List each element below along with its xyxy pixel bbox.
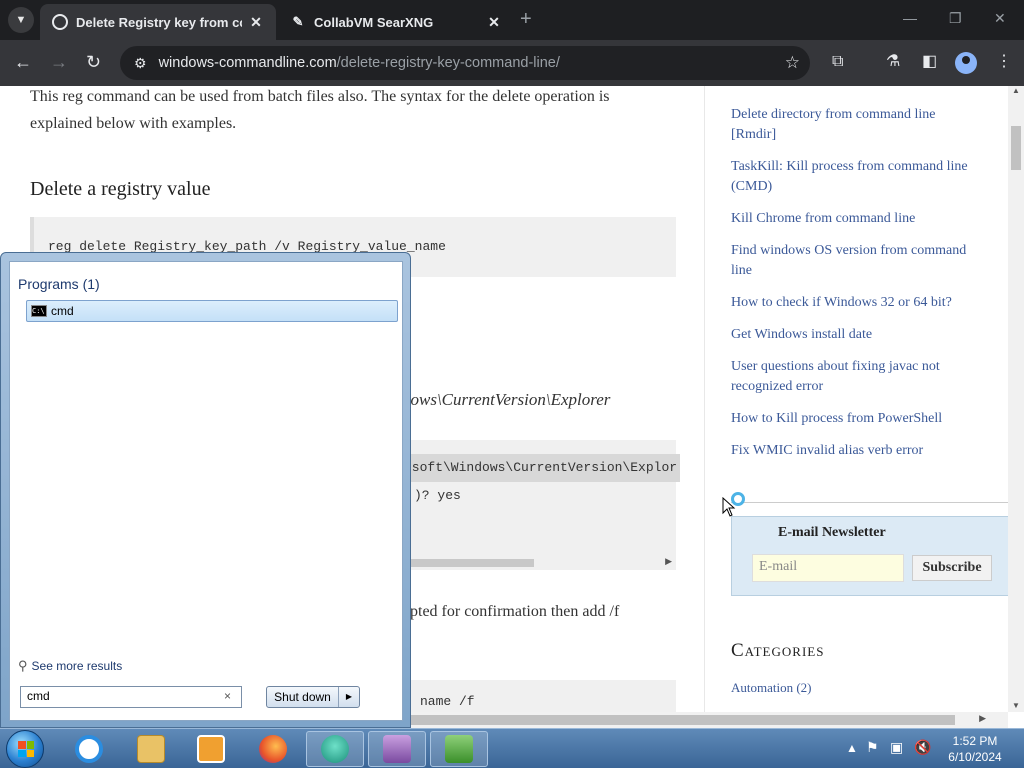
tab-title: Delete Registry key from command line (76, 14, 242, 30)
search-icon: ⚲ (18, 658, 28, 673)
menu-icon[interactable]: ⋮ (996, 52, 1012, 72)
code3-partial: name /f (420, 694, 475, 709)
start-button[interactable] (6, 730, 44, 768)
close-window-icon[interactable]: ✕ (994, 10, 1006, 27)
scroll-right-icon[interactable]: ▶ (979, 713, 986, 724)
scroll-up-icon[interactable]: ▲ (1012, 86, 1020, 95)
clock-date: 6/10/2024 (948, 750, 1002, 764)
close-tab-icon[interactable]: ✕ (486, 14, 502, 31)
tab-search-button[interactable]: ▼ (8, 7, 34, 33)
forward-icon[interactable]: → (50, 52, 68, 72)
newsletter-title: E-mail Newsletter (778, 525, 886, 540)
subscribe-button[interactable]: Subscribe (912, 555, 992, 581)
back-icon[interactable]: ← (14, 52, 32, 72)
minimize-icon[interactable]: — (903, 10, 917, 26)
scroll-right-icon[interactable]: ▶ (665, 556, 672, 567)
intro-line-1: This reg command can be used from batch … (30, 88, 610, 105)
bookmark-star-icon[interactable]: ☆ (785, 53, 800, 73)
collabvm-app-icon[interactable] (306, 731, 364, 767)
network-icon[interactable]: ▣ (890, 739, 903, 756)
system-clock[interactable]: 1:52 PM 6/10/2024 (940, 733, 1010, 765)
code-scroll-thumb[interactable] (410, 559, 534, 567)
programs-heading: Programs (1) (18, 276, 100, 292)
code2-line-2: )? yes (414, 488, 461, 503)
browser-tab-bar: ▼ Delete Registry key from command line … (0, 0, 1024, 40)
sidebar-link[interactable]: Kill Chrome from command line (731, 209, 981, 229)
tab-title: CollabVM SearXNG (314, 14, 434, 30)
windows-logo-icon (18, 741, 34, 757)
winrar-icon[interactable] (368, 731, 426, 767)
action-center-flag-icon[interactable]: ⚑ (866, 739, 879, 756)
taskbar: ▲ ⚑ ▣ 🔇 1:52 PM 6/10/2024 (0, 728, 1024, 768)
media-player-icon[interactable] (182, 731, 240, 767)
address-bar[interactable]: ⚙ windows-commandline.com/delete-registr… (120, 46, 810, 80)
categories-title: Categories (731, 640, 825, 661)
sidebar-link[interactable]: User questions about fixing javac not re… (731, 357, 981, 397)
sidebar-link[interactable]: Find windows OS version from command lin… (731, 241, 981, 281)
internet-explorer-icon[interactable] (60, 731, 118, 767)
mouse-pointer-icon (722, 497, 736, 517)
close-tab-icon[interactable]: ✕ (248, 14, 264, 31)
category-link[interactable]: Automation (2) (731, 680, 812, 696)
intro-line-2: explained below with examples. (30, 115, 237, 132)
tab-delete-registry[interactable]: Delete Registry key from command line ✕ (40, 4, 276, 40)
shutdown-label[interactable]: Shut down (267, 687, 339, 707)
url-host: windows-commandline.com (158, 55, 337, 71)
profile-avatar[interactable] (955, 52, 977, 74)
sidebar: Delete directory from command line [Rmdi… (704, 86, 1009, 712)
sidebar-link[interactable]: Fix WMIC invalid alias verb error (731, 441, 981, 461)
volume-muted-icon[interactable]: 🔇 (914, 739, 931, 756)
search-results-panel: Programs (1) C:\ cmd ⚲ See more results (9, 261, 403, 721)
browser-toolbar: ← → ↻ ⚙ windows-commandline.com/delete-r… (0, 40, 1024, 86)
sidebar-link[interactable]: Get Windows install date (731, 325, 981, 345)
page-favicon-icon (52, 14, 68, 30)
labs-icon[interactable]: ⚗ (886, 52, 900, 72)
restore-icon[interactable]: ❐ (949, 10, 962, 27)
shutdown-options-arrow-icon[interactable]: ▶ (339, 687, 359, 707)
sidebar-link[interactable]: How to check if Windows 32 or 64 bit? (731, 293, 981, 313)
cmd-result-label: cmd (51, 304, 74, 318)
clear-search-icon[interactable]: × (224, 689, 231, 703)
code-scrollbar[interactable]: ▶ (410, 556, 676, 570)
start-menu: Programs (1) C:\ cmd ⚲ See more results (0, 252, 411, 728)
reload-icon[interactable]: ↻ (86, 52, 101, 72)
partial-text-3: pted for confirmation then add /f (410, 603, 620, 620)
start-search-input[interactable]: cmd (20, 686, 242, 708)
vertical-scroll-thumb[interactable] (1011, 126, 1021, 170)
tab-collabvm-searxng[interactable]: ✎ CollabVM SearXNG ✕ (278, 4, 514, 40)
cmd-result[interactable]: C:\ cmd (26, 300, 398, 322)
file-explorer-icon[interactable] (122, 731, 180, 767)
sidebar-link[interactable]: TaskKill: Kill process from command line… (731, 157, 981, 197)
cmd-icon: C:\ (31, 305, 47, 317)
scroll-down-icon[interactable]: ▼ (1012, 701, 1020, 710)
code2-line-1: osoft\Windows\CurrentVersion\Explor (404, 454, 680, 482)
partial-text-2: dows\CurrentVersion\Explorer (402, 390, 611, 409)
new-tab-button[interactable]: + (520, 9, 532, 29)
shutdown-button[interactable]: Shut down ▶ (266, 686, 360, 708)
horizontal-scroll-thumb[interactable] (410, 715, 955, 725)
vertical-scrollbar[interactable]: ▲ ▼ (1008, 86, 1024, 712)
section-heading: Delete a registry value (30, 178, 211, 200)
see-more-results-link[interactable]: ⚲ See more results (18, 658, 122, 674)
firefox-icon[interactable] (244, 731, 302, 767)
newsletter-box: E-mail Newsletter E-mail Subscribe (731, 516, 1009, 596)
side-panel-icon[interactable]: ◧ (922, 52, 937, 72)
searxng-favicon-icon: ✎ (292, 14, 304, 29)
site-info-icon[interactable]: ⚙ (134, 55, 147, 72)
divider (731, 502, 1009, 503)
clock-time: 1:52 PM (952, 734, 998, 748)
url-path: /delete-registry-key-command-line/ (336, 55, 560, 71)
notepad-app-icon[interactable] (430, 731, 488, 767)
sidebar-link[interactable]: Delete directory from command line [Rmdi… (731, 105, 981, 145)
extensions-icon[interactable]: ⧉ (832, 52, 843, 72)
see-more-label: See more results (31, 659, 123, 673)
sidebar-link[interactable]: How to Kill process from PowerShell (731, 409, 981, 429)
email-field[interactable]: E-mail (752, 554, 904, 582)
show-hidden-icons-icon[interactable]: ▲ (846, 741, 858, 755)
